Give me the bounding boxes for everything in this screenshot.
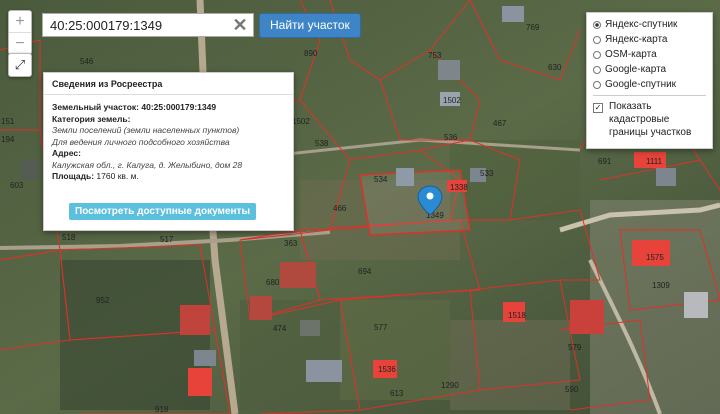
- zoom-control: + −: [8, 10, 32, 55]
- purpose-value: Для ведения личного подсобного хозяйства: [52, 136, 230, 147]
- parcel-label: 579: [568, 343, 582, 352]
- view-documents-button[interactable]: Посмотреть доступные документы: [69, 203, 256, 220]
- find-plot-button[interactable]: Найти участок: [259, 13, 361, 38]
- radio-icon[interactable]: [593, 50, 601, 59]
- area-value: 1760 кв. м.: [96, 171, 139, 181]
- parcel-label: 691: [598, 157, 612, 166]
- parcel-label: 694: [358, 267, 372, 276]
- parcel-label: 466: [333, 204, 347, 213]
- radio-icon[interactable]: [593, 35, 601, 44]
- parcel-label: 1338: [450, 183, 468, 192]
- parcel-label: 1536: [378, 365, 396, 374]
- layer-option-osm-map[interactable]: OSM-карта: [593, 47, 706, 62]
- fullscreen-button[interactable]: ⤢: [8, 53, 32, 77]
- parcel-label: 590: [565, 385, 579, 394]
- parcel-label: 769: [526, 23, 540, 32]
- parcel-label: 194: [1, 135, 15, 144]
- expand-icon: ⤢: [14, 57, 26, 72]
- layer-option-google-map[interactable]: Google-карта: [593, 62, 706, 77]
- info-panel-title: Сведения из Росреестра: [44, 73, 293, 95]
- parcel-label: 1575: [646, 253, 664, 262]
- parcel-label: 603: [10, 181, 24, 190]
- parcel-label: 538: [315, 139, 329, 148]
- area-label: Площадь:: [52, 171, 95, 181]
- parcel-label: 518: [62, 233, 76, 242]
- parcel-label: 630: [548, 63, 562, 72]
- parcel-label: 918: [155, 405, 169, 414]
- address-label: Адрес:: [52, 148, 81, 158]
- parcel-label: 363: [284, 239, 298, 248]
- category-value: Земли поселений (земли населенных пункто…: [52, 125, 240, 135]
- parcel-label: 534: [374, 175, 388, 184]
- zoom-in-button[interactable]: +: [9, 11, 31, 32]
- area-row: Площадь: 1760 кв. м.: [52, 171, 285, 183]
- divider: [593, 95, 706, 96]
- parcel-label: 1518: [508, 311, 526, 320]
- radio-icon[interactable]: [593, 80, 601, 89]
- plot-number: 40:25:000179:1349: [141, 102, 217, 112]
- parcel-label: 1502: [443, 96, 461, 105]
- close-icon: ✕: [232, 15, 248, 35]
- plot-row: Земельный участок: 40:25:000179:1349: [52, 102, 285, 114]
- parcel-label: 474: [273, 324, 287, 333]
- parcel-label: 890: [304, 49, 318, 58]
- checkbox-checked-icon[interactable]: ✓: [593, 103, 603, 113]
- parcel-label: 517: [160, 235, 174, 244]
- parcel-label: 577: [374, 323, 388, 332]
- parcel-label: 533: [480, 169, 494, 178]
- parcel-label: 151: [1, 117, 15, 126]
- parcel-label: 613: [390, 389, 404, 398]
- cadastral-toggle[interactable]: ✓ Показать кадастровые границы участков: [593, 100, 706, 139]
- parcel-label: 1502: [292, 117, 310, 126]
- radio-selected-icon[interactable]: [593, 20, 601, 29]
- parcel-label: 952: [96, 296, 110, 305]
- radio-icon[interactable]: [593, 65, 601, 74]
- parcel-label: 467: [493, 119, 507, 128]
- parcel-label: 546: [80, 57, 94, 66]
- parcel-label: 753: [428, 51, 442, 60]
- cadastral-label: Показать кадастровые границы участков: [609, 101, 692, 138]
- layer-option-yandex-map[interactable]: Яндекс-карта: [593, 32, 706, 47]
- parcel-label: 680: [266, 278, 280, 287]
- parcel-label: 1290: [441, 381, 459, 390]
- search-input[interactable]: [42, 13, 254, 37]
- parcel-label: 1309: [652, 281, 670, 290]
- zoom-out-button[interactable]: −: [9, 32, 31, 54]
- address-value: Калужская обл., г. Калуга, д. Желыбино, …: [52, 159, 243, 170]
- clear-search-button[interactable]: ✕: [229, 14, 251, 36]
- layer-switcher: Яндекс-спутник Яндекс-карта OSM-карта Go…: [586, 12, 713, 149]
- layer-option-yandex-satellite[interactable]: Яндекс-спутник: [593, 17, 706, 32]
- layer-option-google-satellite[interactable]: Google-спутник: [593, 77, 706, 92]
- parcel-label: 1111: [646, 157, 663, 166]
- parcel-label: 536: [444, 133, 458, 142]
- rosreestr-info-panel: Сведения из Росреестра Земельный участок…: [43, 72, 294, 231]
- plot-label: Земельный участок:: [52, 102, 140, 112]
- category-label: Категория земель:: [52, 113, 131, 124]
